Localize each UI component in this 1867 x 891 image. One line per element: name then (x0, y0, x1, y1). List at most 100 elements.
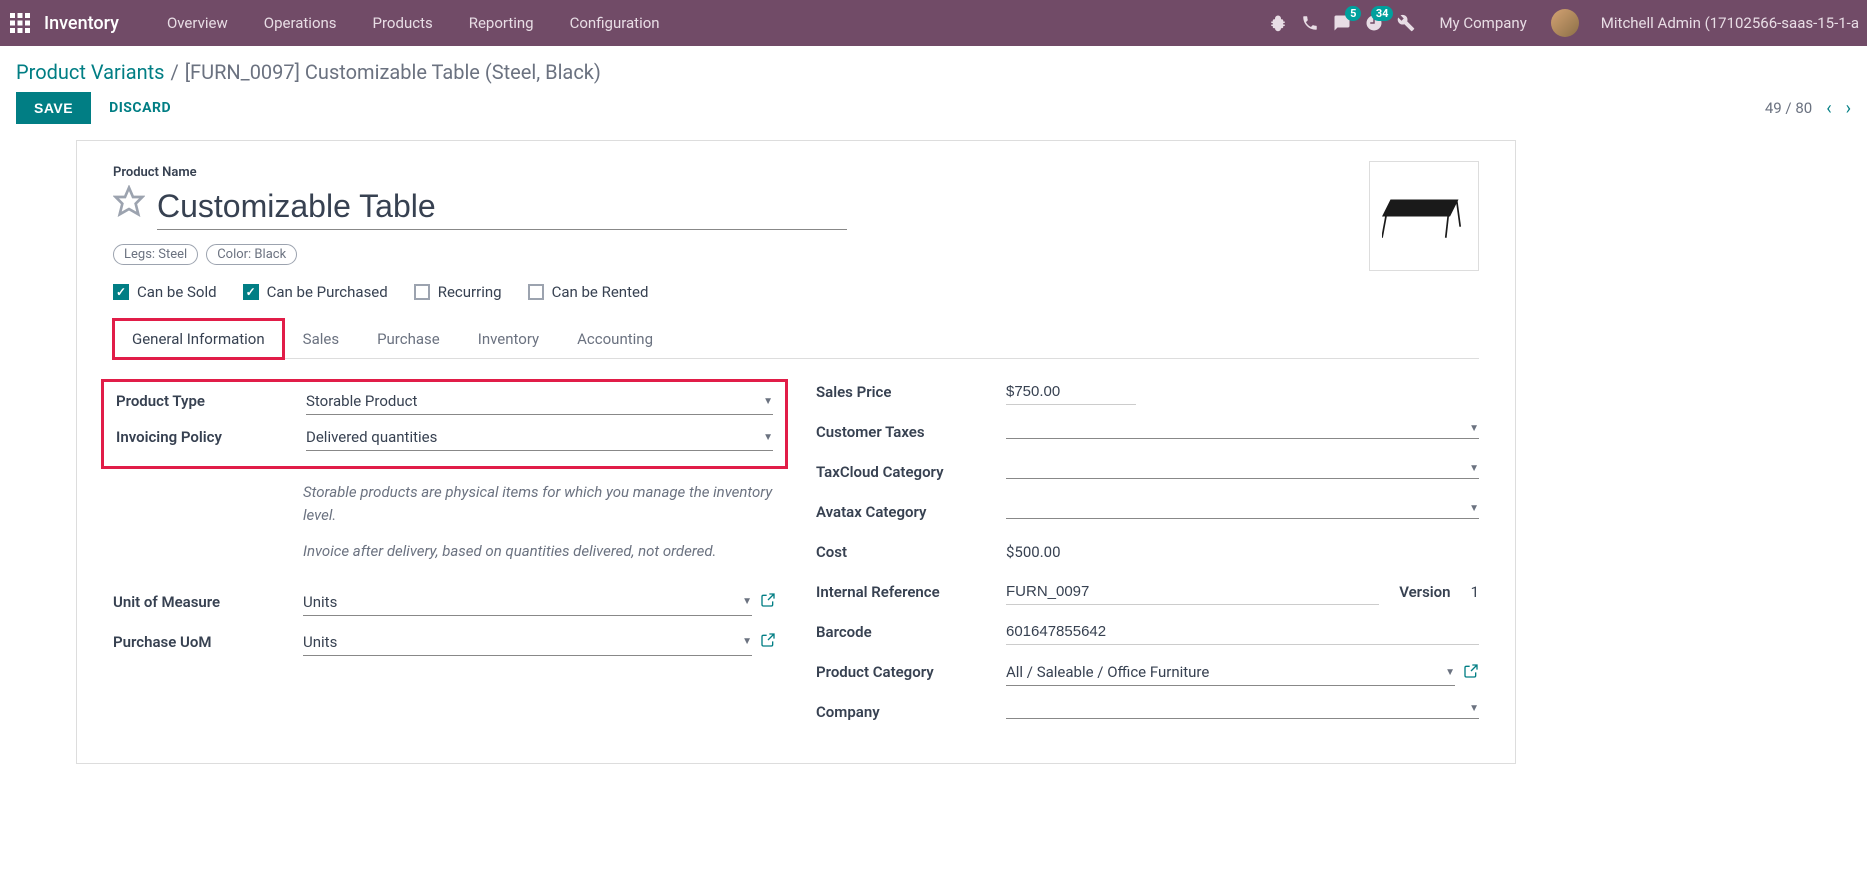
tab-inventory[interactable]: Inventory (459, 319, 558, 358)
checkbox-recurring[interactable]: Recurring (414, 283, 502, 301)
barcode-label: Barcode (816, 619, 1006, 641)
bug-icon[interactable] (1269, 14, 1287, 32)
category-label: Product Category (816, 659, 1006, 681)
product-type-label: Product Type (116, 388, 306, 410)
sales-price-input[interactable] (1006, 379, 1136, 405)
nav-items: Overview Operations Products Reporting C… (149, 0, 1270, 46)
product-name-input[interactable] (157, 184, 847, 230)
version-label: Version (1399, 583, 1450, 601)
purchase-uom-external-link-icon[interactable] (760, 632, 776, 652)
pager: 49 / 80 ‹ › (1765, 98, 1851, 119)
brand[interactable]: Inventory (44, 13, 119, 34)
messages-icon[interactable]: 5 (1333, 14, 1351, 32)
nav-operations[interactable]: Operations (246, 0, 355, 46)
breadcrumb-parent[interactable]: Product Variants (16, 60, 164, 84)
invoicing-policy-label: Invoicing Policy (116, 424, 306, 446)
company-select[interactable]: ▼ (1006, 699, 1479, 719)
sales-price-label: Sales Price (816, 379, 1006, 401)
category-external-link-icon[interactable] (1463, 663, 1479, 683)
purchase-uom-select[interactable]: Units ▼ (303, 629, 752, 656)
pager-prev[interactable]: ‹ (1826, 98, 1831, 119)
form-col-right: Sales Price Customer Taxes ▼ TaxCloud Ca… (816, 379, 1479, 739)
invoicing-policy-help: Invoice after delivery, based on quantit… (303, 540, 776, 563)
caret-down-icon: ▼ (1469, 703, 1479, 714)
breadcrumb-sep: / (170, 60, 178, 84)
product-type-help: Storable products are physical items for… (303, 481, 776, 526)
checkbox-can-be-sold[interactable]: Can be Sold (113, 283, 217, 301)
messages-badge: 5 (1345, 6, 1361, 21)
tab-purchase[interactable]: Purchase (358, 319, 459, 358)
checkbox-row: Can be Sold Can be Purchased Recurring C… (113, 283, 1479, 301)
pager-next[interactable]: › (1846, 98, 1851, 119)
product-name-label: Product Name (113, 165, 1479, 180)
caret-down-icon: ▼ (763, 432, 773, 443)
customer-taxes-label: Customer Taxes (816, 419, 1006, 441)
breadcrumb: Product Variants / [FURN_0097] Customiza… (16, 60, 601, 84)
caret-down-icon: ▼ (763, 396, 773, 407)
nav-reporting[interactable]: Reporting (451, 0, 552, 46)
caret-down-icon: ▼ (742, 596, 752, 607)
tab-accounting[interactable]: Accounting (558, 319, 672, 358)
favorite-star-icon[interactable] (113, 185, 145, 221)
user-name[interactable]: Mitchell Admin (17102566-saas-15-1-a (1601, 14, 1859, 32)
avatar[interactable] (1551, 9, 1579, 37)
check-icon (414, 284, 430, 300)
phone-icon[interactable] (1301, 14, 1319, 32)
form-col-left: Product Type Storable Product ▼ Invoicin… (113, 379, 776, 739)
discard-button[interactable]: DISCARD (109, 100, 171, 116)
taxcloud-label: TaxCloud Category (816, 459, 1006, 481)
tab-general-information[interactable]: General Information (113, 319, 284, 359)
nav-products[interactable]: Products (355, 0, 451, 46)
cost-value: $500.00 (1006, 539, 1061, 565)
tags-row: Legs: Steel Color: Black (113, 244, 1479, 265)
purchase-uom-label: Purchase UoM (113, 629, 303, 651)
save-button[interactable]: SAVE (16, 92, 91, 124)
taxcloud-select[interactable]: ▼ (1006, 459, 1479, 479)
caret-down-icon: ▼ (1469, 503, 1479, 514)
breadcrumb-row: Product Variants / [FURN_0097] Customiza… (0, 46, 1867, 92)
category-select[interactable]: All / Saleable / Office Furniture ▼ (1006, 659, 1455, 686)
uom-select[interactable]: Units ▼ (303, 589, 752, 616)
tools-icon[interactable] (1397, 14, 1415, 32)
internal-ref-label: Internal Reference (816, 579, 1006, 601)
caret-down-icon: ▼ (742, 636, 752, 647)
tag-legs[interactable]: Legs: Steel (113, 244, 198, 265)
caret-down-icon: ▼ (1469, 423, 1479, 434)
customer-taxes-select[interactable]: ▼ (1006, 419, 1479, 439)
company-label: Company (816, 699, 1006, 721)
checkbox-can-be-rented[interactable]: Can be Rented (528, 283, 649, 301)
form-sheet: Product Name Legs: Steel Color: Black Ca… (76, 140, 1516, 764)
cost-label: Cost (816, 539, 1006, 561)
nav-configuration[interactable]: Configuration (552, 0, 678, 46)
top-nav: Inventory Overview Operations Products R… (0, 0, 1867, 46)
caret-down-icon: ▼ (1445, 667, 1455, 678)
nav-overview[interactable]: Overview (149, 0, 246, 46)
uom-label: Unit of Measure (113, 589, 303, 611)
product-image[interactable] (1369, 161, 1479, 271)
invoicing-policy-select[interactable]: Delivered quantities ▼ (306, 424, 773, 451)
tag-color[interactable]: Color: Black (206, 244, 297, 265)
barcode-input[interactable] (1006, 619, 1479, 645)
checkbox-can-be-purchased[interactable]: Can be Purchased (243, 283, 388, 301)
caret-down-icon: ▼ (1469, 463, 1479, 474)
nav-right: 5 34 My Company Mitchell Admin (17102566… (1269, 9, 1859, 37)
check-icon (243, 284, 259, 300)
product-type-select[interactable]: Storable Product ▼ (306, 388, 773, 415)
check-icon (113, 284, 129, 300)
tabs: General Information Sales Purchase Inven… (113, 319, 1479, 359)
action-left: SAVE DISCARD (16, 92, 171, 124)
internal-ref-input[interactable] (1006, 579, 1379, 605)
action-row: SAVE DISCARD 49 / 80 ‹ › (0, 92, 1867, 140)
company-name[interactable]: My Company (1439, 14, 1526, 32)
activity-icon[interactable]: 34 (1365, 14, 1383, 32)
apps-icon[interactable] (8, 11, 32, 35)
pager-text: 49 / 80 (1765, 99, 1812, 117)
check-icon (528, 284, 544, 300)
version-value: 1 (1471, 579, 1479, 605)
tab-sales[interactable]: Sales (284, 319, 358, 358)
highlight-box: Product Type Storable Product ▼ Invoicin… (101, 379, 788, 469)
avatax-label: Avatax Category (816, 499, 1006, 521)
avatax-select[interactable]: ▼ (1006, 499, 1479, 519)
uom-external-link-icon[interactable] (760, 592, 776, 612)
breadcrumb-current: [FURN_0097] Customizable Table (Steel, B… (185, 60, 601, 84)
